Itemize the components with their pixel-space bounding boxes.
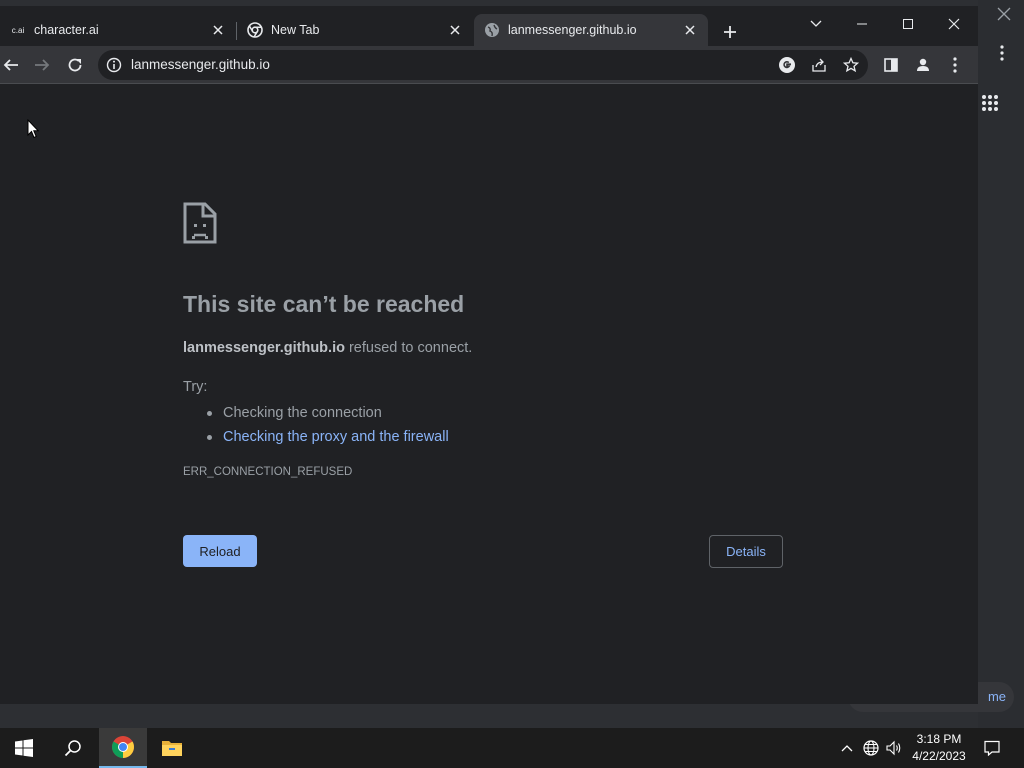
share-icon[interactable] xyxy=(810,56,828,74)
reload-page-button[interactable]: Reload xyxy=(183,535,257,567)
close-window-button[interactable] xyxy=(939,10,969,38)
start-button[interactable] xyxy=(0,728,48,768)
sad-document-icon xyxy=(183,202,217,244)
apps-grid-icon[interactable] xyxy=(981,94,999,112)
error-page: This site can’t be reached lanmessenger.… xyxy=(0,85,978,704)
character-ai-favicon: c.ai xyxy=(11,25,25,35)
search-button[interactable] xyxy=(49,728,97,768)
background-pill-label: me xyxy=(987,689,1006,704)
maximize-icon xyxy=(903,19,913,29)
volume-icon xyxy=(886,740,901,756)
windows-taskbar: 3:18 PM 4/22/2023 xyxy=(0,728,1024,768)
suggestions-list: Checking the connection Checking the pro… xyxy=(205,401,449,449)
tab-character-ai[interactable]: c.ai character.ai xyxy=(0,14,236,46)
browser-toolbar: lanmessenger.github.io xyxy=(0,46,978,84)
url-text: lanmessenger.github.io xyxy=(131,57,270,72)
forward-button[interactable] xyxy=(31,54,53,76)
details-button[interactable]: Details xyxy=(709,535,783,568)
minimize-icon xyxy=(857,23,867,25)
error-code: ERR_CONNECTION_REFUSED xyxy=(183,466,353,478)
search-icon xyxy=(64,740,81,757)
close-icon[interactable] xyxy=(994,4,1014,24)
chevron-up-icon xyxy=(841,745,853,752)
windows-logo-icon xyxy=(15,739,33,757)
address-bar[interactable]: lanmessenger.github.io xyxy=(98,50,868,80)
error-headline: This site can’t be reached xyxy=(183,291,465,317)
tab-search-button[interactable] xyxy=(801,10,831,38)
side-panel-icon xyxy=(884,58,898,72)
bookmark-star-icon[interactable] xyxy=(842,56,860,74)
globe-network-icon xyxy=(863,740,879,756)
tab-strip: c.ai character.ai New Tab lanmessenger.g… xyxy=(0,6,978,46)
clock-time: 3:18 PM xyxy=(916,732,962,746)
reload-button[interactable] xyxy=(64,54,86,76)
tab-lanmessenger[interactable]: lanmessenger.github.io xyxy=(474,14,708,46)
arrow-left-icon xyxy=(3,59,18,71)
folder-icon xyxy=(162,741,182,756)
clock-date: 4/22/2023 xyxy=(912,749,966,763)
more-vert-icon xyxy=(953,57,957,73)
reload-icon xyxy=(68,58,82,72)
try-label: Try: xyxy=(183,379,208,395)
suggestion-check-connection: Checking the connection xyxy=(205,401,449,425)
more-vert-icon[interactable] xyxy=(999,45,1005,61)
notification-icon xyxy=(984,740,1000,756)
mouse-cursor-icon xyxy=(27,119,39,139)
google-lens-icon[interactable] xyxy=(778,56,796,74)
taskbar-file-explorer-button[interactable] xyxy=(148,728,196,768)
tab-new-tab[interactable]: New Tab xyxy=(237,14,473,46)
side-panel-button[interactable] xyxy=(880,54,902,76)
profile-icon xyxy=(917,58,929,71)
tab-title: character.ai xyxy=(34,23,99,37)
new-tab-button[interactable] xyxy=(719,21,741,43)
info-icon[interactable] xyxy=(106,57,122,73)
show-hidden-icons-button[interactable] xyxy=(837,738,857,758)
menu-button[interactable] xyxy=(944,54,966,76)
chrome-icon xyxy=(247,22,263,38)
error-description: lanmessenger.github.io refused to connec… xyxy=(183,340,472,356)
globe-icon xyxy=(484,22,500,38)
tab-title: New Tab xyxy=(271,23,320,37)
tab-close-icon[interactable] xyxy=(447,22,463,38)
minimize-button[interactable] xyxy=(847,10,877,38)
suggestion-check-proxy-link[interactable]: Checking the proxy and the firewall xyxy=(205,425,449,449)
back-button[interactable] xyxy=(0,54,22,76)
arrow-right-icon xyxy=(35,59,50,71)
chrome-logo-icon xyxy=(112,736,134,758)
error-message: refused to connect. xyxy=(344,340,473,356)
tab-title: lanmessenger.github.io xyxy=(508,23,637,37)
taskbar-chrome-button[interactable] xyxy=(99,728,147,768)
background-window: me xyxy=(848,0,1024,728)
plus-icon xyxy=(724,26,736,38)
tab-close-icon[interactable] xyxy=(210,22,226,38)
network-button[interactable] xyxy=(861,738,881,758)
chevron-down-icon xyxy=(810,20,822,27)
profile-button[interactable] xyxy=(912,54,934,76)
error-host: lanmessenger.github.io xyxy=(183,340,345,356)
maximize-button[interactable] xyxy=(893,10,923,38)
volume-button[interactable] xyxy=(884,738,904,758)
chrome-window: c.ai character.ai New Tab lanmessenger.g… xyxy=(0,6,978,704)
tab-close-icon[interactable] xyxy=(682,22,698,38)
action-center-button[interactable] xyxy=(982,738,1002,758)
close-icon xyxy=(948,18,960,30)
taskbar-clock[interactable]: 3:18 PM 4/22/2023 xyxy=(906,731,972,765)
